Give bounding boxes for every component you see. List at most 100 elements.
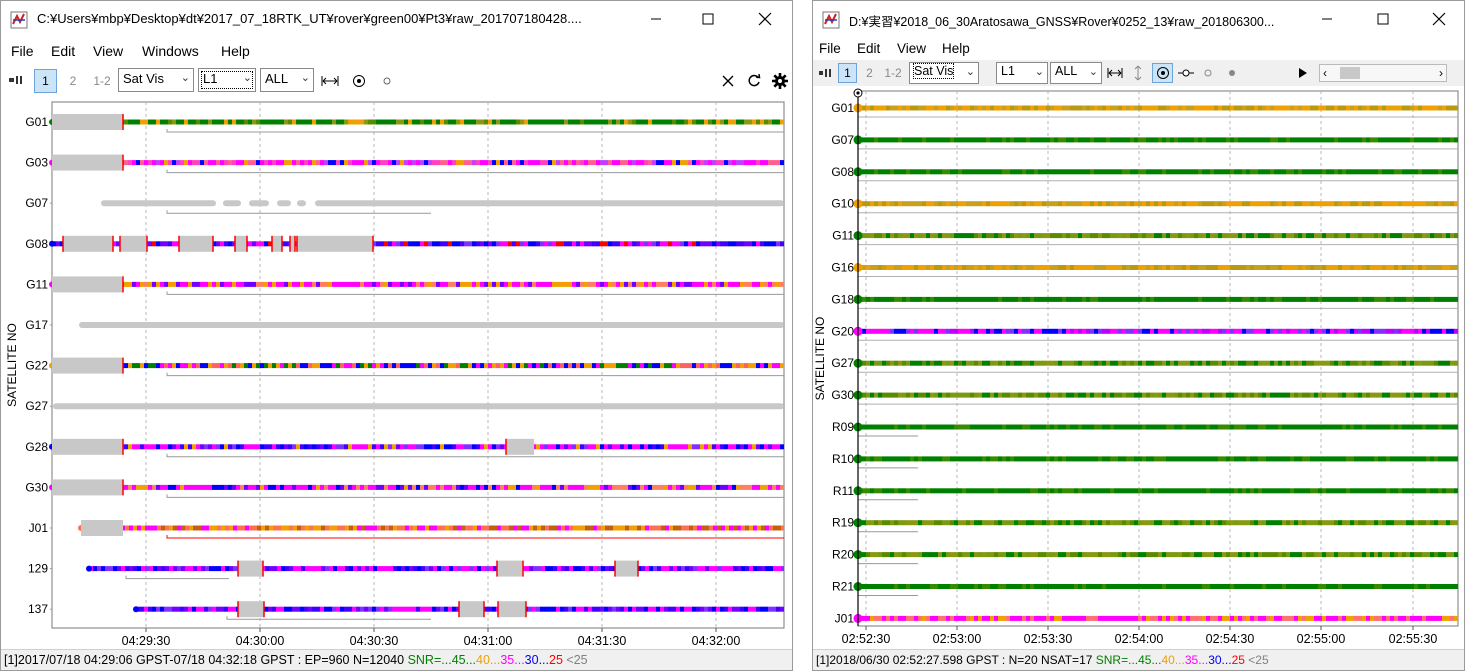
snr-observation-band	[152, 444, 157, 450]
snr-observation-band	[1046, 105, 1051, 111]
snr-observation-band	[1254, 615, 1259, 621]
snr-observation-band	[269, 566, 274, 572]
snr-observation-band	[436, 363, 441, 369]
snr-observation-band	[312, 484, 317, 490]
snr-observation-band	[505, 525, 510, 531]
snr-observation-band	[128, 363, 133, 369]
snr-observation-band	[1158, 488, 1163, 494]
snr-observation-band	[1330, 201, 1335, 207]
snr-observation-band	[1110, 137, 1115, 143]
snr-observation-band	[1266, 105, 1271, 111]
status-text: [1]2017/07/18 04:29:06 GPST-07/18 04:32:…	[4, 653, 405, 667]
snr-observation-band	[240, 160, 245, 166]
snr-observation-band	[1210, 552, 1215, 558]
snr-observation-band	[870, 552, 875, 558]
snr-observation-band	[1050, 552, 1055, 558]
snr-observation-band	[878, 265, 883, 270]
snr-observation-band	[1142, 488, 1147, 494]
snr-observation-band	[188, 281, 193, 287]
snr-observation-band	[1210, 105, 1215, 111]
satellite-visibility-plot[interactable]: 02:52:30 02:53:00 02:53:30 02:54:00 02:54:30…	[813, 1, 1465, 652]
snr-observation-band	[1454, 201, 1458, 207]
snr-observation-band	[1070, 456, 1075, 462]
snr-observation-band	[1066, 169, 1071, 175]
snr-observation-band	[632, 363, 637, 369]
snr-observation-band	[504, 281, 509, 287]
snr-observation-band	[220, 241, 225, 247]
snr-observation-band	[1174, 265, 1179, 270]
snr-observation-band	[918, 360, 923, 366]
snr-observation-band	[1362, 296, 1367, 302]
snr-observation-band	[340, 160, 345, 166]
snr-observation-band	[874, 169, 879, 175]
snr-observation-band	[874, 552, 879, 558]
snr-observation-band	[1134, 328, 1139, 334]
snr-observation-band	[910, 456, 915, 462]
snr-observation-band	[966, 615, 971, 621]
snr-observation-band	[540, 444, 545, 450]
satellite-visibility-plot[interactable]: 04:29:30 04:30:00 04:30:30 04:31:00 04:31:30…	[1, 1, 793, 652]
snr-observation-band	[1454, 424, 1458, 430]
snr-observation-band	[608, 606, 613, 612]
snr-observation-band	[1326, 488, 1331, 494]
snr-observation-band	[1406, 392, 1411, 398]
x-tick-label: 04:29:30	[122, 634, 171, 648]
snr-observation-band	[1362, 584, 1367, 589]
snr-observation-band	[417, 566, 422, 572]
snr-40-legend: 40...	[1161, 653, 1185, 667]
snr-observation-band	[1042, 615, 1047, 621]
snr-observation-band	[732, 484, 737, 490]
snr-observation-band	[660, 241, 665, 247]
snr-observation-band	[652, 606, 657, 612]
snr-observation-band	[1010, 615, 1015, 621]
snr-observation-band	[1118, 615, 1123, 621]
snr-observation-band	[1002, 328, 1007, 334]
snr-observation-band	[1014, 456, 1019, 462]
snr-observation-band	[485, 566, 490, 572]
snr-observation-band	[1122, 392, 1127, 398]
snr-observation-band	[188, 363, 193, 369]
snr-observation-band	[1034, 584, 1039, 589]
snr-observation-band	[284, 241, 289, 247]
snr-observation-band	[1038, 552, 1043, 558]
snr-observation-band	[1142, 105, 1147, 111]
snr-observation-band	[906, 201, 911, 207]
snr-observation-band	[1050, 137, 1055, 143]
snr-observation-band	[1138, 296, 1143, 302]
x-tick-label: 02:54:00	[1115, 632, 1164, 646]
snr-observation-band	[1054, 296, 1059, 302]
snr-observation-band	[364, 444, 369, 450]
snr-observation-band	[998, 328, 1003, 334]
snr-observation-band	[1054, 520, 1059, 526]
snr-observation-band	[962, 233, 967, 239]
snr-observation-band	[1026, 296, 1031, 302]
snr-observation-band	[1018, 265, 1023, 270]
snr-observation-band	[157, 525, 162, 531]
snr-observation-band	[1278, 360, 1283, 366]
snr-observation-band	[757, 566, 762, 572]
elevation-mask-line	[857, 560, 918, 565]
snr-observation-band	[1202, 360, 1207, 366]
snr-observation-band	[1126, 360, 1131, 366]
snr-observation-band	[228, 281, 233, 287]
snr-observation-band	[204, 281, 209, 287]
snr-observation-band	[1354, 296, 1359, 302]
snr-observation-band	[882, 584, 887, 589]
snr-observation-band	[982, 552, 987, 558]
snr-observation-band	[168, 119, 173, 125]
snr-observation-band	[1430, 169, 1435, 175]
snr-observation-band	[1346, 296, 1351, 302]
snr-observation-band	[1338, 615, 1343, 621]
snr-observation-band	[593, 525, 598, 531]
snr-observation-band	[1278, 456, 1283, 462]
snr-observation-band	[180, 160, 185, 166]
snr-observation-band	[1410, 328, 1415, 334]
snr-observation-band	[1034, 360, 1039, 366]
x-tick-label: 02:52:30	[842, 632, 891, 646]
snr-observation-band	[1134, 520, 1139, 526]
snr-observation-band	[769, 566, 774, 572]
snr-observation-band	[156, 241, 161, 247]
snr-observation-band	[1382, 456, 1387, 462]
snr-observation-band	[1202, 488, 1207, 494]
snr-observation-band	[404, 606, 409, 612]
